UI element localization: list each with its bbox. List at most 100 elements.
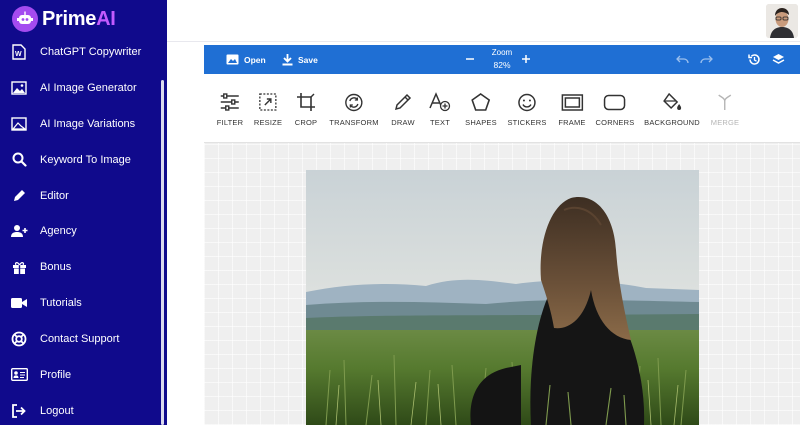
pencil-icon xyxy=(10,187,28,205)
sidebar-item-keyword-to-image[interactable]: Keyword To Image xyxy=(0,142,160,178)
user-plus-icon xyxy=(10,222,28,240)
tool-frame[interactable]: FRAME xyxy=(558,90,585,127)
lifebuoy-icon xyxy=(10,330,28,348)
tool-label: CORNERS xyxy=(595,118,635,127)
sidebar-item-label: Bonus xyxy=(40,261,72,274)
logout-icon xyxy=(10,402,28,420)
image-icon xyxy=(10,79,28,97)
rotate-icon xyxy=(342,90,366,114)
tool-transform[interactable]: TRANSFORM xyxy=(329,90,378,127)
avatar[interactable] xyxy=(766,4,798,38)
download-icon xyxy=(282,53,293,65)
tool-label: TRANSFORM xyxy=(329,118,379,127)
canvas-image[interactable] xyxy=(306,170,699,425)
layers-icon xyxy=(772,53,784,64)
zoom-in-button[interactable] xyxy=(519,52,533,66)
text-icon xyxy=(428,90,452,114)
app-window: PrimeAI W ChatGPT Copywriter AI Image Ge… xyxy=(0,0,800,425)
sidebar-item-profile[interactable]: Profile xyxy=(0,357,160,393)
tool-corners[interactable]: CORNERS xyxy=(596,90,635,127)
tool-background[interactable]: BACKGROUND xyxy=(644,90,700,127)
sliders-icon xyxy=(218,90,242,114)
document-w-icon: W xyxy=(10,43,28,61)
tool-shapes[interactable]: SHAPES xyxy=(465,90,497,127)
brand-prime: Prime xyxy=(42,7,97,30)
zoom-label: Zoom xyxy=(491,48,513,57)
sidebar-item-bonus[interactable]: Bonus xyxy=(0,249,160,285)
video-camera-icon xyxy=(10,294,28,312)
undo-icon xyxy=(675,55,689,64)
sidebar-item-label: Logout xyxy=(40,404,74,417)
zoom-control: Zoom 82% xyxy=(462,45,542,74)
sidebar-item-label: Tutorials xyxy=(40,297,82,310)
sidebar-item-label: Profile xyxy=(40,368,72,381)
sidebar-item-contact-support[interactable]: Contact Support xyxy=(0,321,160,357)
tool-label: CROP xyxy=(294,118,318,127)
redo-icon xyxy=(699,55,713,64)
resize-icon xyxy=(256,90,280,114)
sidebar-item-label: Editor xyxy=(40,189,69,202)
tool-label: SHAPES xyxy=(465,118,497,127)
tool-stickers[interactable]: STICKERS xyxy=(507,90,546,127)
sidebar-item-label: AI Image Generator xyxy=(40,81,137,94)
history-icon xyxy=(747,53,760,65)
brand[interactable]: PrimeAI xyxy=(12,4,116,34)
tool-merge[interactable]: MERGE xyxy=(711,90,740,127)
tool-label: RESIZE xyxy=(253,118,283,127)
pentagon-icon xyxy=(469,90,493,114)
undo-button[interactable] xyxy=(675,52,689,66)
sidebar-item-label: Agency xyxy=(40,225,77,238)
tool-crop[interactable]: CROP xyxy=(294,90,318,127)
sidebar-item-label: ChatGPT Copywriter xyxy=(40,45,142,58)
image-editor: Open Save Zoom 82% FILTER RESIZE CROP TR… xyxy=(204,45,800,425)
sidebar-item-ai-image-generator[interactable]: AI Image Generator xyxy=(0,70,160,106)
gift-icon xyxy=(10,258,28,276)
image-open-icon xyxy=(226,54,239,65)
tool-label: TEXT xyxy=(430,118,450,127)
sidebar-item-agency[interactable]: Agency xyxy=(0,213,160,249)
image-variations-icon xyxy=(10,115,28,133)
layers-button[interactable] xyxy=(771,52,785,66)
frame-icon xyxy=(560,90,584,114)
rounded-rect-icon xyxy=(603,90,627,114)
sidebar-item-chatgpt-copywriter[interactable]: W ChatGPT Copywriter xyxy=(0,34,160,70)
editor-canvas[interactable] xyxy=(204,143,800,425)
tool-resize[interactable]: RESIZE xyxy=(254,90,282,127)
id-card-icon xyxy=(10,366,28,384)
brand-name: PrimeAI xyxy=(42,8,116,31)
save-button[interactable]: Save xyxy=(282,45,318,74)
tool-text[interactable]: TEXT xyxy=(428,90,452,127)
history-button[interactable] xyxy=(747,52,761,66)
sidebar-item-ai-image-variations[interactable]: AI Image Variations xyxy=(0,106,160,142)
sidebar-item-label: Contact Support xyxy=(40,333,120,346)
tool-label: FILTER xyxy=(216,118,244,127)
robot-logo-icon xyxy=(12,6,38,32)
tool-label: STICKERS xyxy=(507,118,547,127)
top-bar xyxy=(167,0,800,42)
sidebar-nav: W ChatGPT Copywriter AI Image Generator … xyxy=(0,34,160,425)
sidebar-scrollbar[interactable] xyxy=(161,80,164,425)
zoom-out-button[interactable] xyxy=(463,52,477,66)
sidebar-item-tutorials[interactable]: Tutorials xyxy=(0,285,160,321)
crop-icon xyxy=(294,90,318,114)
tool-draw[interactable]: DRAW xyxy=(391,90,415,127)
sidebar-item-editor[interactable]: Editor xyxy=(0,178,160,214)
save-label: Save xyxy=(298,54,318,65)
svg-text:W: W xyxy=(15,51,22,58)
brand-ai: AI xyxy=(96,7,116,30)
tool-label: BACKGROUND xyxy=(644,118,700,127)
sidebar-item-logout[interactable]: Logout xyxy=(0,393,160,425)
paint-bucket-icon xyxy=(660,90,684,114)
smiley-icon xyxy=(515,90,539,114)
plus-icon xyxy=(522,55,530,63)
tool-label: MERGE xyxy=(710,118,740,127)
zoom-value: 82% xyxy=(493,60,511,70)
redo-button[interactable] xyxy=(699,52,713,66)
sidebar-item-label: AI Image Variations xyxy=(40,117,136,130)
merge-icon xyxy=(713,90,737,114)
editor-header: Open Save Zoom 82% xyxy=(204,45,800,74)
search-icon xyxy=(10,151,28,169)
tool-filter[interactable]: FILTER xyxy=(217,90,243,127)
sidebar-item-label: Keyword To Image xyxy=(40,153,131,166)
open-button[interactable]: Open xyxy=(226,45,266,74)
